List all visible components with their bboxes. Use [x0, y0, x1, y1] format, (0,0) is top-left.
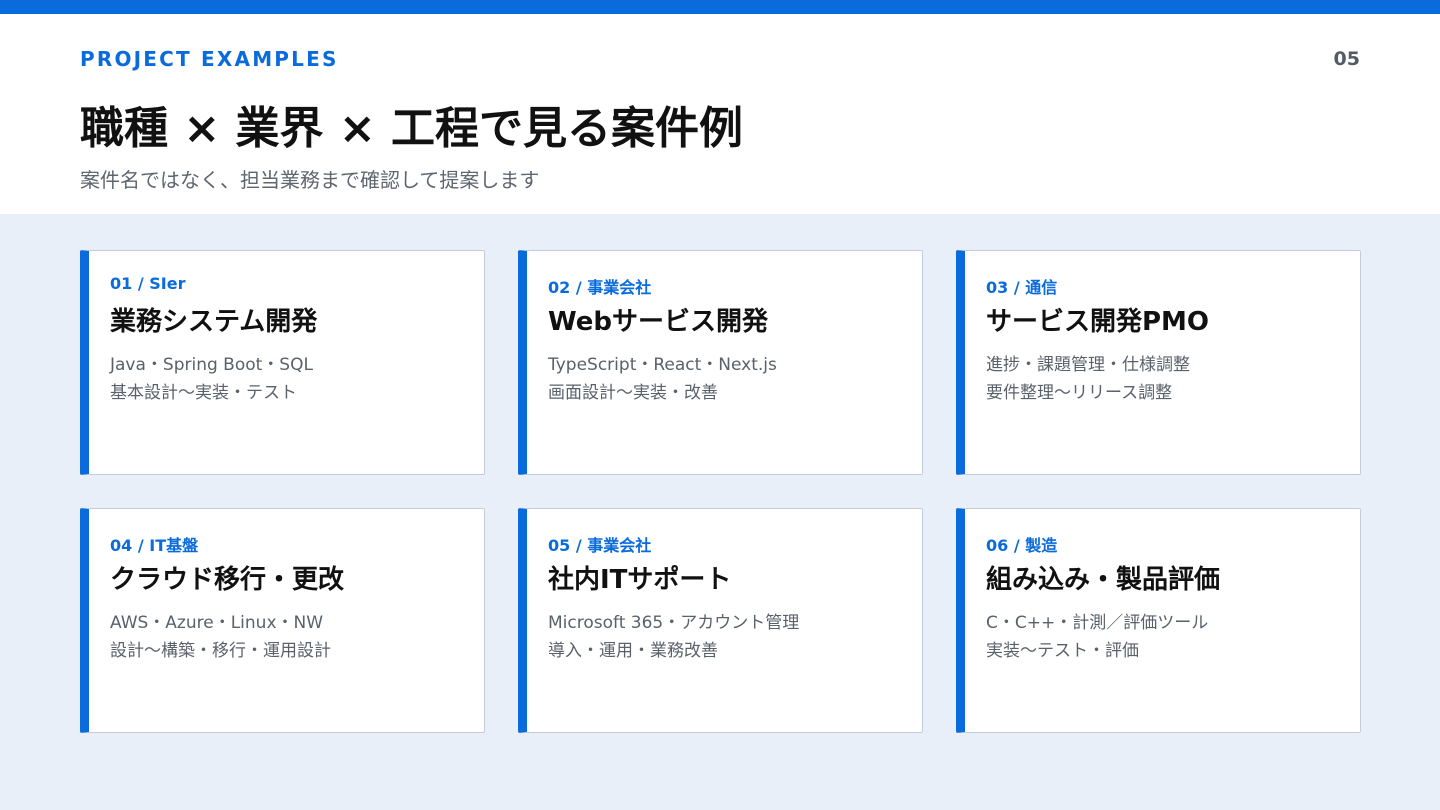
card-title: 組み込み・製品評価 [986, 565, 1221, 595]
project-card-grid: 01 / SIer 業務システム開発 Java・Spring Boot・SQL … [80, 250, 1361, 733]
project-card-05: 05 / 事業会社 社内ITサポート Microsoft 365・アカウント管理… [518, 508, 923, 733]
card-title: サービス開発PMO [986, 307, 1210, 337]
project-card-02: 02 / 事業会社 Webサービス開発 TypeScript・React・Nex… [518, 250, 923, 475]
card-skills: 進捗・課題管理・仕様調整 [986, 355, 1190, 375]
card-skills: Microsoft 365・アカウント管理 [548, 613, 800, 633]
card-tag: 02 / 事業会社 [548, 278, 652, 297]
project-card-06: 06 / 製造 組み込み・製品評価 C・C++・計測／評価ツール 実装～テスト・… [956, 508, 1361, 733]
page-title: 職種 × 業界 × 工程で見る案件例 [80, 103, 744, 154]
card-skills: TypeScript・React・Next.js [548, 355, 777, 375]
card-title: 業務システム開発 [110, 307, 318, 337]
project-card-01: 01 / SIer 業務システム開発 Java・Spring Boot・SQL … [80, 250, 485, 475]
page-number: 05 [1333, 48, 1360, 70]
card-tag: 06 / 製造 [986, 536, 1058, 555]
slide-header: PROJECT EXAMPLES 05 職種 × 業界 × 工程で見る案件例 案… [0, 14, 1440, 214]
card-phases: 導入・運用・業務改善 [548, 641, 718, 661]
card-skills: AWS・Azure・Linux・NW [110, 613, 324, 633]
card-phases: 設計～構築・移行・運用設計 [110, 641, 331, 661]
project-card-03: 03 / 通信 サービス開発PMO 進捗・課題管理・仕様調整 要件整理～リリース… [956, 250, 1361, 475]
card-skills: C・C++・計測／評価ツール [986, 613, 1209, 633]
card-phases: 画面設計～実装・改善 [548, 383, 718, 403]
card-tag: 05 / 事業会社 [548, 536, 652, 555]
card-title: クラウド移行・更改 [110, 565, 345, 595]
card-phases: 要件整理～リリース調整 [986, 383, 1173, 403]
project-card-04: 04 / IT基盤 クラウド移行・更改 AWS・Azure・Linux・NW 設… [80, 508, 485, 733]
card-phases: 実装～テスト・評価 [986, 641, 1139, 661]
card-skills: Java・Spring Boot・SQL [110, 355, 313, 375]
card-phases: 基本設計～実装・テスト [110, 383, 297, 403]
card-title: 社内ITサポート [548, 565, 732, 595]
content-area: 01 / SIer 業務システム開発 Java・Spring Boot・SQL … [0, 214, 1440, 810]
card-tag: 01 / SIer [110, 274, 186, 293]
page-subtitle: 案件名ではなく、担当業務まで確認して提案します [80, 168, 540, 192]
card-title: Webサービス開発 [548, 307, 768, 337]
card-tag: 03 / 通信 [986, 278, 1058, 297]
section-eyebrow: PROJECT EXAMPLES [80, 47, 339, 71]
top-accent-bar [0, 0, 1440, 14]
card-tag: 04 / IT基盤 [110, 536, 199, 555]
